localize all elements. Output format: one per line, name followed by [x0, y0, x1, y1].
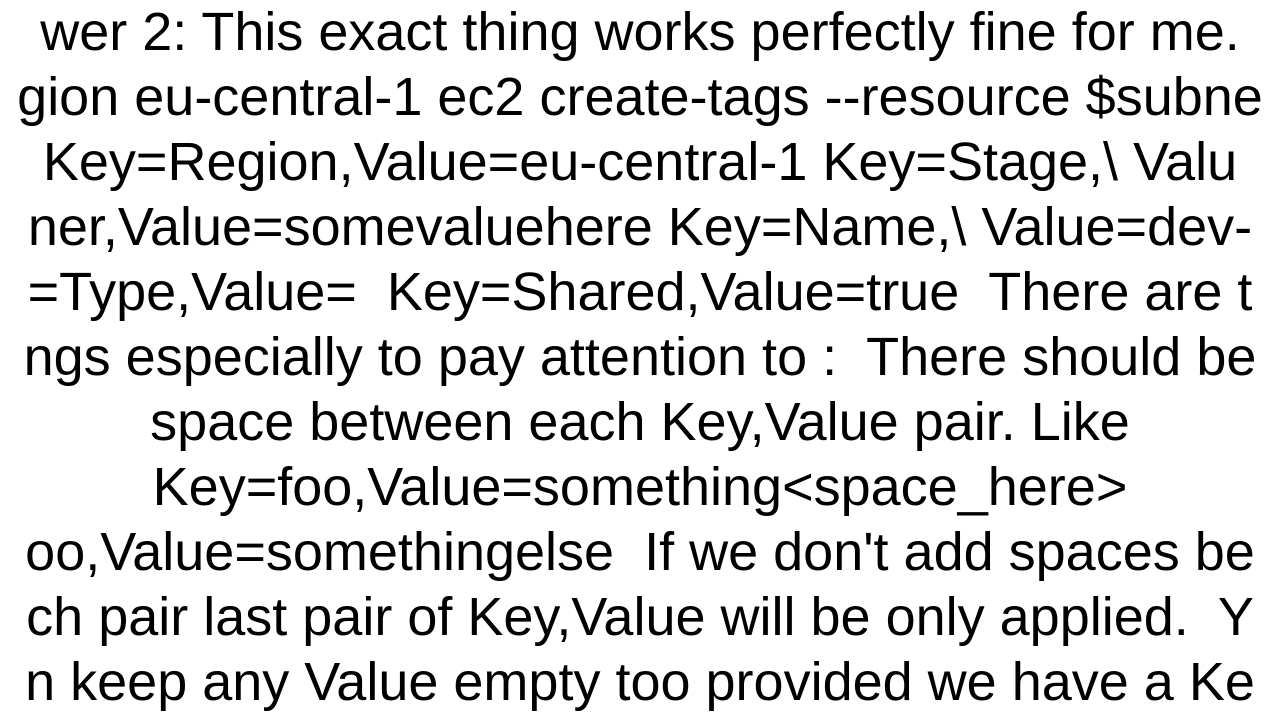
note-lead: There are t — [988, 262, 1252, 322]
note-line-6: ch pair last pair of Key,Value will be o… — [26, 587, 1254, 647]
note-line-3: space between each Key,Value pair. Like — [150, 392, 1130, 452]
note-line-5: oo,Value=somethingelse If we don't add s… — [25, 522, 1255, 582]
answer-label: wer 2: — [40, 2, 187, 62]
note-line-7: n keep any Value empty too provided we h… — [25, 652, 1255, 712]
note-line-4: Key=foo,Value=something<space_here> — [153, 457, 1128, 517]
cmd-line-2: Key=Region,Value=eu-central-1 Key=Stage,… — [43, 132, 1237, 192]
answer-body: wer 2: This exact thing works perfectly … — [0, 0, 1280, 715]
cmd-line-1: gion eu-central-1 ec2 create-tags --reso… — [17, 67, 1263, 127]
note-line-2: ngs especially to pay attention to : The… — [24, 327, 1257, 387]
cmd-line-4: =Type,Value= Key=Shared,Value=true — [28, 262, 960, 322]
cmd-line-3: ner,Value=somevaluehere Key=Name,\ Value… — [28, 197, 1252, 257]
answer-intro: This exact thing works perfectly fine fo… — [201, 2, 1239, 62]
document-viewport: wer 2: This exact thing works perfectly … — [0, 0, 1280, 720]
